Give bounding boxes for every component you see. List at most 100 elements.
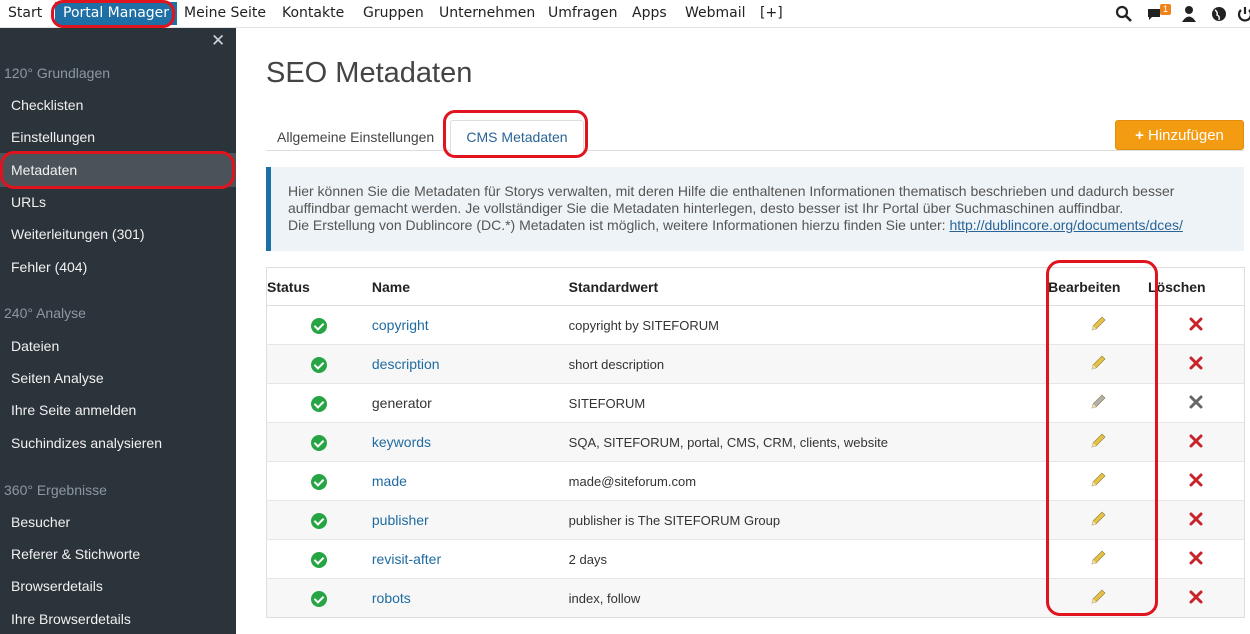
status-cell <box>266 539 372 579</box>
header-status: Status <box>266 267 372 306</box>
sidebar-item-urls[interactable]: URLs <box>11 194 46 210</box>
delete-icon[interactable] <box>1188 589 1204 605</box>
dublincore-link[interactable]: http://dublincore.org/documents/dces/ <box>949 217 1182 233</box>
search-icon[interactable] <box>1115 5 1133 23</box>
add-button-label: Hinzufügen <box>1148 127 1224 144</box>
nav-apps[interactable]: Apps <box>632 0 667 27</box>
delete-cell <box>1148 305 1245 345</box>
name-link[interactable]: publisher <box>372 512 429 528</box>
tab-cms-metadaten[interactable]: CMS Metadaten <box>450 120 584 154</box>
pencil-icon[interactable] <box>1089 588 1107 606</box>
sidebar-item-ihre-browserdetails[interactable]: Ihre Browserdetails <box>11 611 131 627</box>
value-cell: SQA, SITEFORUM, portal, CMS, CRM, client… <box>568 422 1049 462</box>
check-icon <box>311 356 328 373</box>
value-cell: 2 days <box>568 539 1049 579</box>
sidebar-item-einstellungen[interactable]: Einstellungen <box>11 129 95 145</box>
edit-cell <box>1048 344 1149 384</box>
user-icon[interactable] <box>1180 5 1198 23</box>
pencil-icon[interactable] <box>1089 471 1107 489</box>
page-title: SEO Metadaten <box>266 57 473 89</box>
pencil-icon[interactable] <box>1089 510 1107 528</box>
value-cell: SITEFORUM <box>568 383 1049 423</box>
tab-allgemeine-einstellungen[interactable]: Allgemeine Einstellungen <box>277 129 434 145</box>
notification-badge: 1 <box>1160 4 1172 15</box>
delete-icon[interactable] <box>1188 355 1204 371</box>
name-cell: robots <box>371 578 569 618</box>
check-icon <box>311 395 328 412</box>
nav-webmail[interactable]: Webmail <box>685 0 746 27</box>
name-cell: generator <box>371 383 569 423</box>
sidebar-section-analyse: 240° Analyse <box>4 305 86 321</box>
sidebar-item-seiten-analyse[interactable]: Seiten Analyse <box>11 370 104 386</box>
name-link[interactable]: revisit-after <box>372 551 441 567</box>
status-cell <box>266 344 372 384</box>
name-link: generator <box>371 395 432 411</box>
name-cell: made <box>371 461 569 501</box>
pencil-icon[interactable] <box>1089 549 1107 567</box>
delete-icon[interactable] <box>1188 394 1204 410</box>
sidebar-item-seite-anmelden[interactable]: Ihre Seite anmelden <box>11 402 136 418</box>
sidebar-item-referer[interactable]: Referer & Stichworte <box>11 546 140 562</box>
delete-icon[interactable] <box>1188 550 1204 566</box>
sidebar-item-metadaten[interactable]: Metadaten <box>0 153 236 187</box>
name-link[interactable]: keywords <box>372 434 431 450</box>
nav-start[interactable]: Start <box>8 0 42 27</box>
sidebar-item-checklisten[interactable]: Checklisten <box>11 97 83 113</box>
name-cell: copyright <box>371 305 569 345</box>
nav-meine-seite[interactable]: Meine Seite <box>184 0 266 27</box>
sidebar-item-besucher[interactable]: Besucher <box>11 514 70 530</box>
pencil-icon[interactable] <box>1089 432 1107 450</box>
sidebar-section-grundlagen: 120° Grundlagen <box>4 65 111 81</box>
globe-icon[interactable] <box>1210 5 1228 23</box>
status-cell <box>266 578 372 618</box>
edit-cell <box>1048 305 1149 345</box>
header-standardwert: Standardwert <box>568 267 1049 306</box>
status-cell <box>266 500 372 540</box>
table-header-row: Status Name Standardwert Bearbeiten Lösc… <box>266 267 1245 306</box>
sidebar-item-dateien[interactable]: Dateien <box>11 338 59 354</box>
pencil-icon[interactable] <box>1089 354 1107 372</box>
pencil-icon[interactable] <box>1089 393 1107 411</box>
edit-cell <box>1048 422 1149 462</box>
delete-icon[interactable] <box>1188 316 1204 332</box>
sidebar-item-suchindizes[interactable]: Suchindizes analysieren <box>11 435 162 451</box>
delete-cell <box>1148 383 1245 423</box>
nav-umfragen[interactable]: Umfragen <box>548 0 618 27</box>
pencil-icon[interactable] <box>1089 315 1107 333</box>
nav-gruppen[interactable]: Gruppen <box>363 0 424 27</box>
delete-cell <box>1148 422 1245 462</box>
nav-unternehmen[interactable]: Unternehmen <box>439 0 535 27</box>
delete-icon[interactable] <box>1188 472 1204 488</box>
delete-icon[interactable] <box>1188 511 1204 527</box>
delete-icon[interactable] <box>1188 433 1204 449</box>
metadata-table: Status Name Standardwert Bearbeiten Lösc… <box>266 267 1245 618</box>
sidebar-item-label: Metadaten <box>11 162 78 178</box>
close-icon[interactable]: ✕ <box>211 31 225 51</box>
status-cell <box>266 383 372 423</box>
add-button[interactable]: + Hinzufügen <box>1115 120 1244 150</box>
sidebar-item-browserdetails[interactable]: Browserdetails <box>11 578 103 594</box>
name-link[interactable]: robots <box>372 590 411 606</box>
table-row: robots index, follow <box>266 578 1245 618</box>
check-icon <box>311 590 328 607</box>
nav-kontakte[interactable]: Kontakte <box>282 0 344 27</box>
power-icon[interactable] <box>1236 5 1250 23</box>
value-cell: index, follow <box>568 578 1049 618</box>
sidebar-item-fehler[interactable]: Fehler (404) <box>11 259 87 275</box>
table-row: made made@siteforum.com <box>266 461 1245 501</box>
sidebar-item-weiterleitungen[interactable]: Weiterleitungen (301) <box>11 226 145 242</box>
delete-cell <box>1148 461 1245 501</box>
name-link[interactable]: made <box>372 473 407 489</box>
name-link[interactable]: copyright <box>372 317 429 333</box>
nav-portal-manager[interactable]: Portal Manager <box>55 2 178 25</box>
table-row: description short description <box>266 344 1245 384</box>
plus-icon: + <box>1135 127 1144 144</box>
sidebar: ✕ 120° Grundlagen Checklisten Einstellun… <box>0 28 236 634</box>
delete-cell <box>1148 539 1245 579</box>
nav-more[interactable]: [+] <box>760 0 783 27</box>
check-icon <box>311 473 328 490</box>
header-name: Name <box>371 267 569 306</box>
header-bearbeiten: Bearbeiten <box>1048 267 1149 306</box>
table-row: copyright copyright by SITEFORUM <box>266 305 1245 345</box>
name-link[interactable]: description <box>372 356 440 372</box>
